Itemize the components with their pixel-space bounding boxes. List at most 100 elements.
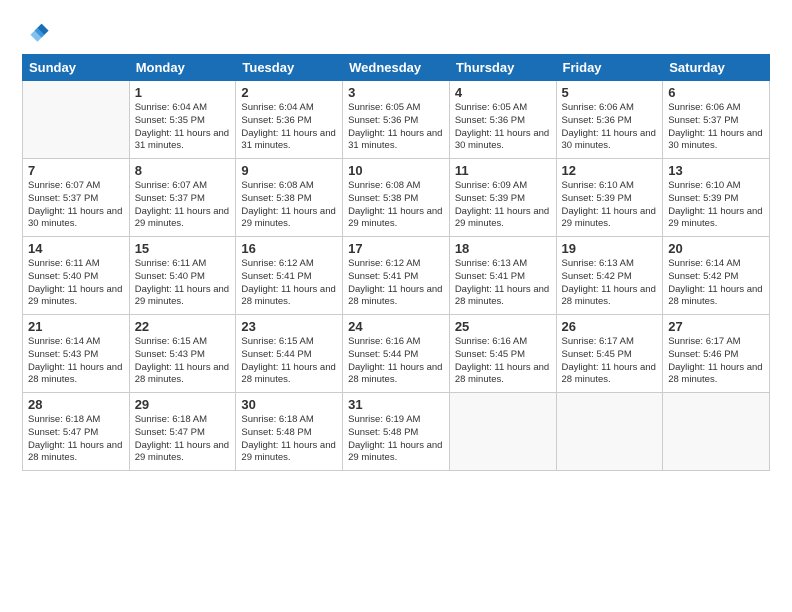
weekday-header-wednesday: Wednesday	[343, 55, 450, 81]
day-number: 18	[455, 241, 551, 256]
day-info: Sunrise: 6:08 AM Sunset: 5:38 PM Dayligh…	[241, 180, 337, 231]
calendar-cell: 19 Sunrise: 6:13 AM Sunset: 5:42 PM Dayli…	[556, 237, 663, 315]
day-number: 8	[135, 163, 231, 178]
calendar-cell: 8Sunrise: 6:07 AM Sunset: 5:37 PM Daylig…	[129, 159, 236, 237]
day-number: 20	[668, 241, 764, 256]
weekday-header-tuesday: Tuesday	[236, 55, 343, 81]
day-number: 4	[455, 85, 551, 100]
page: SundayMondayTuesdayWednesdayThursdayFrid…	[0, 0, 792, 612]
day-info: Sunrise: 6:13 AM Sunset: 5:41 PM Dayligh…	[455, 258, 551, 309]
day-info: Sunrise: 6:07 AM Sunset: 5:37 PM Dayligh…	[28, 180, 124, 231]
weekday-header-saturday: Saturday	[663, 55, 770, 81]
day-number: 12	[562, 163, 658, 178]
calendar-cell: 29Sunrise: 6:18 AM Sunset: 5:47 PM Dayli…	[129, 393, 236, 471]
day-info: Sunrise: 6:16 AM Sunset: 5:45 PM Dayligh…	[455, 336, 551, 387]
day-info: Sunrise: 6:05 AM Sunset: 5:36 PM Dayligh…	[455, 102, 551, 153]
calendar-week-3: 14 Sunrise: 6:11 AM Sunset: 5:40 PM Dayli…	[23, 237, 770, 315]
calendar-week-2: 7 Sunrise: 6:07 AM Sunset: 5:37 PM Daylig…	[23, 159, 770, 237]
day-info: Sunrise: 6:17 AM Sunset: 5:46 PM Dayligh…	[668, 336, 764, 387]
day-number: 24	[348, 319, 444, 334]
calendar-cell: 16Sunrise: 6:12 AM Sunset: 5:41 PM Dayli…	[236, 237, 343, 315]
day-info: Sunrise: 6:10 AM Sunset: 5:39 PM Dayligh…	[668, 180, 764, 231]
day-info: Sunrise: 6:15 AM Sunset: 5:44 PM Dayligh…	[241, 336, 337, 387]
weekday-header-friday: Friday	[556, 55, 663, 81]
calendar-cell	[556, 393, 663, 471]
calendar-cell: 11 Sunrise: 6:09 AM Sunset: 5:39 PM Dayli…	[449, 159, 556, 237]
calendar-cell: 5 Sunrise: 6:06 AM Sunset: 5:36 PM Daylig…	[556, 81, 663, 159]
calendar-cell: 21 Sunrise: 6:14 AM Sunset: 5:43 PM Dayli…	[23, 315, 130, 393]
weekday-header-sunday: Sunday	[23, 55, 130, 81]
calendar-cell: 6 Sunrise: 6:06 AM Sunset: 5:37 PM Daylig…	[663, 81, 770, 159]
day-number: 25	[455, 319, 551, 334]
calendar-cell: 28Sunrise: 6:18 AM Sunset: 5:47 PM Dayli…	[23, 393, 130, 471]
day-number: 31	[348, 397, 444, 412]
day-number: 17	[348, 241, 444, 256]
calendar-cell: 31 Sunrise: 6:19 AM Sunset: 5:48 PM Dayli…	[343, 393, 450, 471]
day-info: Sunrise: 6:09 AM Sunset: 5:39 PM Dayligh…	[455, 180, 551, 231]
header	[22, 18, 770, 46]
day-info: Sunrise: 6:17 AM Sunset: 5:45 PM Dayligh…	[562, 336, 658, 387]
calendar-cell: 15 Sunrise: 6:11 AM Sunset: 5:40 PM Dayli…	[129, 237, 236, 315]
day-info: Sunrise: 6:05 AM Sunset: 5:36 PM Dayligh…	[348, 102, 444, 153]
calendar-cell: 12 Sunrise: 6:10 AM Sunset: 5:39 PM Dayli…	[556, 159, 663, 237]
weekday-header-monday: Monday	[129, 55, 236, 81]
day-info: Sunrise: 6:12 AM Sunset: 5:41 PM Dayligh…	[348, 258, 444, 309]
day-info: Sunrise: 6:10 AM Sunset: 5:39 PM Dayligh…	[562, 180, 658, 231]
day-info: Sunrise: 6:13 AM Sunset: 5:42 PM Dayligh…	[562, 258, 658, 309]
calendar-cell	[23, 81, 130, 159]
day-number: 14	[28, 241, 124, 256]
calendar-cell: 10 Sunrise: 6:08 AM Sunset: 5:38 PM Dayli…	[343, 159, 450, 237]
calendar-cell: 27Sunrise: 6:17 AM Sunset: 5:46 PM Dayli…	[663, 315, 770, 393]
calendar-cell: 2 Sunrise: 6:04 AM Sunset: 5:36 PM Daylig…	[236, 81, 343, 159]
day-number: 3	[348, 85, 444, 100]
calendar-week-5: 28Sunrise: 6:18 AM Sunset: 5:47 PM Dayli…	[23, 393, 770, 471]
day-info: Sunrise: 6:06 AM Sunset: 5:37 PM Dayligh…	[668, 102, 764, 153]
day-number: 11	[455, 163, 551, 178]
day-number: 15	[135, 241, 231, 256]
calendar-cell: 18 Sunrise: 6:13 AM Sunset: 5:41 PM Dayli…	[449, 237, 556, 315]
day-number: 16	[241, 241, 337, 256]
calendar-cell: 7 Sunrise: 6:07 AM Sunset: 5:37 PM Daylig…	[23, 159, 130, 237]
day-info: Sunrise: 6:08 AM Sunset: 5:38 PM Dayligh…	[348, 180, 444, 231]
calendar-cell: 17 Sunrise: 6:12 AM Sunset: 5:41 PM Dayli…	[343, 237, 450, 315]
day-number: 22	[135, 319, 231, 334]
weekday-header-row: SundayMondayTuesdayWednesdayThursdayFrid…	[23, 55, 770, 81]
day-number: 21	[28, 319, 124, 334]
logo-area	[22, 18, 52, 46]
calendar-cell: 13 Sunrise: 6:10 AM Sunset: 5:39 PM Dayli…	[663, 159, 770, 237]
day-number: 9	[241, 163, 337, 178]
day-number: 6	[668, 85, 764, 100]
day-info: Sunrise: 6:11 AM Sunset: 5:40 PM Dayligh…	[28, 258, 124, 309]
calendar-cell: 4 Sunrise: 6:05 AM Sunset: 5:36 PM Daylig…	[449, 81, 556, 159]
day-info: Sunrise: 6:14 AM Sunset: 5:43 PM Dayligh…	[28, 336, 124, 387]
calendar-cell: 22 Sunrise: 6:15 AM Sunset: 5:43 PM Dayli…	[129, 315, 236, 393]
day-number: 23	[241, 319, 337, 334]
calendar-cell: 3 Sunrise: 6:05 AM Sunset: 5:36 PM Daylig…	[343, 81, 450, 159]
calendar-cell: 9 Sunrise: 6:08 AM Sunset: 5:38 PM Daylig…	[236, 159, 343, 237]
day-info: Sunrise: 6:04 AM Sunset: 5:35 PM Dayligh…	[135, 102, 231, 153]
day-number: 5	[562, 85, 658, 100]
day-info: Sunrise: 6:04 AM Sunset: 5:36 PM Dayligh…	[241, 102, 337, 153]
calendar-cell: 26Sunrise: 6:17 AM Sunset: 5:45 PM Dayli…	[556, 315, 663, 393]
day-info: Sunrise: 6:06 AM Sunset: 5:36 PM Dayligh…	[562, 102, 658, 153]
day-number: 29	[135, 397, 231, 412]
day-number: 1	[135, 85, 231, 100]
calendar-cell: 1 Sunrise: 6:04 AM Sunset: 5:35 PM Daylig…	[129, 81, 236, 159]
day-info: Sunrise: 6:11 AM Sunset: 5:40 PM Dayligh…	[135, 258, 231, 309]
day-number: 2	[241, 85, 337, 100]
day-number: 10	[348, 163, 444, 178]
day-info: Sunrise: 6:18 AM Sunset: 5:48 PM Dayligh…	[241, 414, 337, 465]
calendar-cell: 30Sunrise: 6:18 AM Sunset: 5:48 PM Dayli…	[236, 393, 343, 471]
day-info: Sunrise: 6:16 AM Sunset: 5:44 PM Dayligh…	[348, 336, 444, 387]
day-info: Sunrise: 6:14 AM Sunset: 5:42 PM Dayligh…	[668, 258, 764, 309]
day-info: Sunrise: 6:15 AM Sunset: 5:43 PM Dayligh…	[135, 336, 231, 387]
day-number: 7	[28, 163, 124, 178]
calendar-cell	[449, 393, 556, 471]
day-number: 19	[562, 241, 658, 256]
day-info: Sunrise: 6:19 AM Sunset: 5:48 PM Dayligh…	[348, 414, 444, 465]
day-number: 13	[668, 163, 764, 178]
calendar-cell: 14 Sunrise: 6:11 AM Sunset: 5:40 PM Dayli…	[23, 237, 130, 315]
day-info: Sunrise: 6:18 AM Sunset: 5:47 PM Dayligh…	[28, 414, 124, 465]
calendar-cell	[663, 393, 770, 471]
calendar-week-4: 21 Sunrise: 6:14 AM Sunset: 5:43 PM Dayli…	[23, 315, 770, 393]
